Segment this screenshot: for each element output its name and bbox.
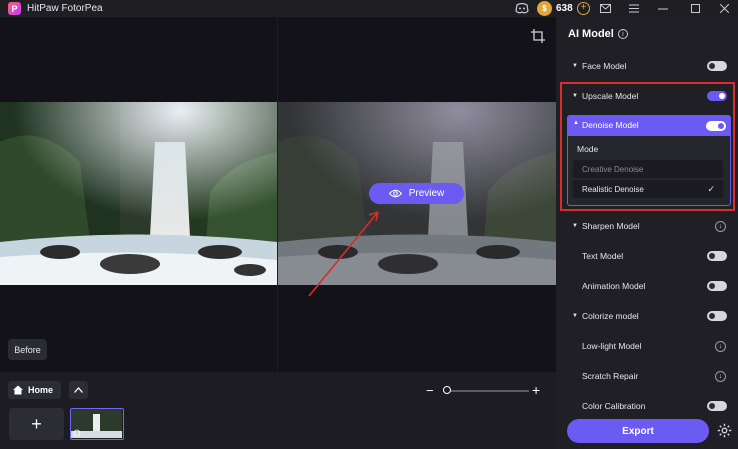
download-icon[interactable]: ↓ (715, 340, 726, 352)
annotation-arrow (308, 211, 379, 297)
preview-button[interactable]: Preview (369, 183, 464, 204)
title-bar: P HitPaw FotorPea $ 638 + (0, 0, 738, 17)
original-image (0, 102, 277, 285)
panel-title-text: AI Model (568, 28, 614, 40)
highlight-box (560, 82, 735, 211)
home-icon (13, 385, 23, 395)
model-row-colorize[interactable]: ▼ Colorize model (556, 308, 738, 324)
info-icon[interactable]: i (617, 29, 628, 39)
caret-down-icon[interactable]: ▼ (572, 223, 578, 229)
download-icon[interactable]: ↓ (715, 220, 726, 232)
maximize-icon[interactable] (688, 1, 702, 16)
model-label: Color Calibration (582, 401, 646, 411)
model-row-face[interactable]: ▼ Face Model (556, 58, 738, 74)
minimize-icon[interactable] (656, 1, 670, 16)
bottom-bar: Home − + + (0, 372, 556, 449)
model-label: Face Model (582, 61, 627, 71)
zoom-out-button[interactable]: − (426, 383, 434, 398)
home-button[interactable]: Home (8, 381, 61, 399)
gear-icon[interactable] (717, 423, 732, 438)
eye-icon (388, 189, 402, 198)
close-icon[interactable] (717, 1, 731, 16)
home-label: Home (28, 385, 54, 395)
add-coins-button[interactable]: + (577, 2, 590, 15)
discord-icon[interactable] (514, 1, 530, 16)
chevron-up-icon (74, 387, 83, 393)
model-label: Scratch Repair (582, 371, 639, 381)
animation-model-toggle[interactable] (707, 281, 727, 291)
collapse-button[interactable] (69, 381, 88, 399)
text-model-toggle[interactable] (707, 251, 727, 261)
app-logo-icon: P (8, 2, 21, 15)
model-row-sharpen[interactable]: ▼ Sharpen Model ↓ (556, 218, 738, 234)
model-row-lowlight[interactable]: Low-light Model ↓ (556, 338, 738, 354)
zoom-slider-handle[interactable] (443, 386, 451, 394)
model-label: Text Model (582, 251, 624, 261)
caret-down-icon[interactable]: ▼ (572, 63, 578, 69)
colorize-model-toggle[interactable] (707, 311, 727, 321)
model-label: Colorize model (582, 311, 639, 321)
model-row-text[interactable]: Text Model (556, 248, 738, 264)
model-row-scratch[interactable]: Scratch Repair ↓ (556, 368, 738, 384)
zoom-in-button[interactable]: + (532, 382, 540, 398)
model-label: Low-light Model (582, 341, 642, 351)
download-icon[interactable]: ↓ (715, 370, 726, 382)
coin-count: 638 (556, 3, 573, 14)
canvas-area: Preview Before (0, 17, 556, 372)
mail-icon[interactable] (598, 1, 612, 16)
crop-icon[interactable] (531, 29, 545, 43)
zoom-slider[interactable] (443, 390, 529, 392)
add-image-button[interactable]: + (9, 408, 64, 440)
caret-down-icon[interactable]: ▼ (572, 313, 578, 319)
image-thumbnail[interactable] (70, 408, 124, 440)
model-label: Sharpen Model (582, 221, 640, 231)
panel-title: AI Model i (568, 28, 628, 40)
menu-icon[interactable] (627, 1, 641, 16)
app-title: HitPaw FotorPea (27, 3, 103, 14)
color-calibration-toggle[interactable] (707, 401, 727, 411)
model-row-animation[interactable]: Animation Model (556, 278, 738, 294)
model-label: Animation Model (582, 281, 646, 291)
model-row-calibration[interactable]: Color Calibration (556, 398, 738, 414)
coin-icon: $ (537, 1, 552, 16)
preview-label: Preview (408, 188, 445, 199)
export-button[interactable]: Export (567, 419, 709, 443)
face-model-toggle[interactable] (707, 61, 727, 71)
before-button[interactable]: Before (8, 339, 47, 360)
